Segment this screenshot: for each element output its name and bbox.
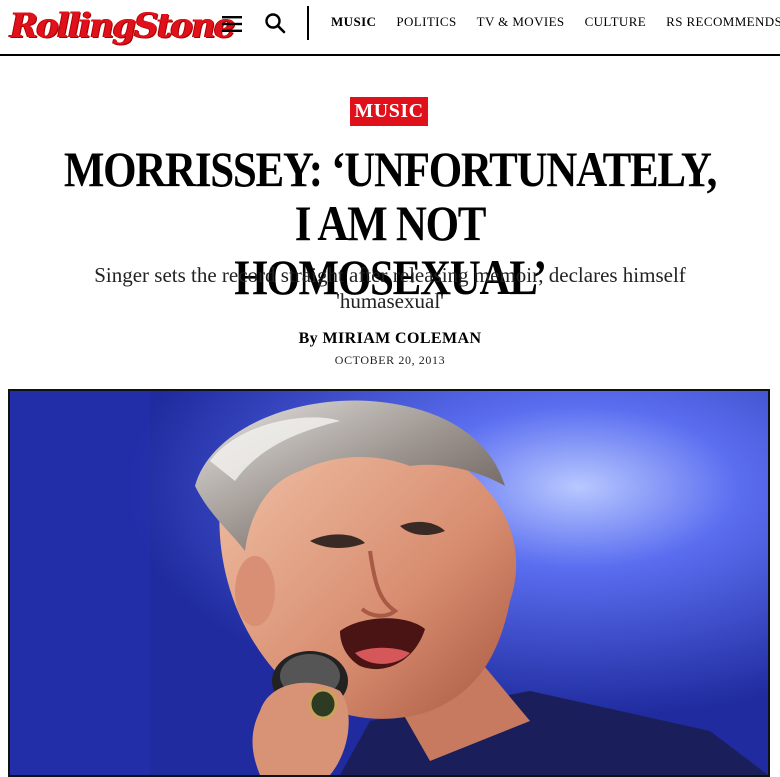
byline-prefix: By (298, 330, 319, 347)
site-header: RollingStone MUSIC POLITICS TV & MOVIES … (0, 0, 780, 56)
article-subhead: Singer sets the record straight after re… (94, 263, 686, 313)
publish-date: OCTOBER 20, 2013 (334, 353, 446, 367)
headline-line-1: MORRISSEY: ‘UNFORTUNATELY, I AM NOT (63, 141, 718, 251)
menu-icon[interactable] (220, 12, 244, 36)
rolling-stone-logo[interactable]: RollingStone (10, 6, 235, 46)
section-badge[interactable]: MUSIC (350, 97, 428, 126)
header-divider (307, 6, 309, 40)
author-link[interactable]: MIRIAM COLEMAN (322, 330, 481, 347)
hero-image (8, 389, 770, 777)
byline: By MIRIAM COLEMAN (0, 330, 780, 348)
nav-item-tv-movies[interactable]: TV & MOVIES (477, 14, 565, 30)
search-icon[interactable] (263, 11, 287, 35)
nav-item-culture[interactable]: CULTURE (585, 14, 647, 30)
main-nav: MUSIC POLITICS TV & MOVIES CULTURE RS RE… (331, 0, 780, 44)
nav-item-music[interactable]: MUSIC (331, 14, 376, 30)
nav-item-rs-recommends[interactable]: RS RECOMMENDS (666, 14, 780, 30)
singer-photo (10, 391, 768, 775)
nav-item-politics[interactable]: POLITICS (396, 14, 456, 30)
